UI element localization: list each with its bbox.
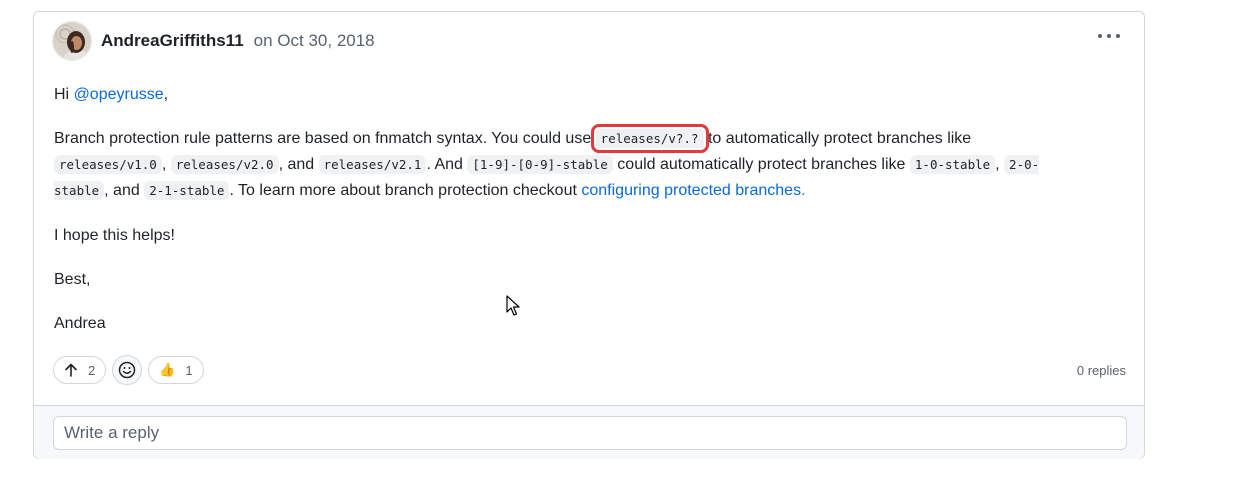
avatar[interactable] bbox=[52, 21, 92, 61]
reactions-bar: 2 👍 1 bbox=[53, 355, 210, 385]
arrow-up-icon bbox=[65, 363, 77, 377]
code-releases-v2-1: releases/v2.1 bbox=[318, 155, 427, 174]
paragraph-text: could automatically protect branches lik… bbox=[612, 156, 910, 173]
paragraph-text: , bbox=[161, 156, 171, 173]
greeting-text: Hi bbox=[54, 86, 74, 103]
code-releases-v1: releases/v1.0 bbox=[54, 155, 162, 174]
paragraph-text: . To learn more about branch protection … bbox=[229, 182, 582, 199]
add-reaction-button[interactable] bbox=[112, 355, 143, 385]
discussion-comment-card: AndreaGriffiths11 on Oct 30, 2018 Hi @op… bbox=[33, 11, 1145, 459]
greeting-suffix: , bbox=[163, 86, 169, 103]
comment-header: AndreaGriffiths11 on Oct 30, 2018 bbox=[52, 20, 375, 62]
reply-input[interactable] bbox=[53, 416, 1127, 450]
explanation-paragraph: Branch protection rule patterns are base… bbox=[54, 124, 1044, 204]
smiley-icon bbox=[118, 361, 136, 379]
code-releases-v2-0: releases/v2.0 bbox=[170, 155, 279, 174]
mention-link[interactable]: @opeyrusse bbox=[74, 86, 164, 103]
upvote-button[interactable]: 2 bbox=[53, 356, 107, 384]
paragraph-text: . And bbox=[426, 156, 468, 173]
paragraph-text: , bbox=[995, 156, 1005, 173]
paragraph-text: to automatically protect branches like bbox=[703, 130, 972, 147]
paragraph-text: , and bbox=[104, 182, 145, 199]
signature-line: Andrea bbox=[54, 315, 106, 332]
comment-date[interactable]: on Oct 30, 2018 bbox=[254, 31, 375, 51]
thumbs-up-icon: 👍 bbox=[159, 362, 176, 377]
signoff-line: Best, bbox=[54, 271, 91, 288]
thumbs-up-reaction-button[interactable]: 👍 1 bbox=[148, 356, 204, 384]
closing-line: I hope this helps! bbox=[54, 227, 175, 244]
paragraph-text: Branch protection rule patterns are base… bbox=[54, 130, 596, 147]
paragraph-text: , and bbox=[278, 156, 319, 173]
code-releases-pattern: releases/v?.? bbox=[590, 124, 709, 153]
reply-footer bbox=[34, 405, 1144, 459]
code-stable-pattern: [1-9]-[0-9]-stable bbox=[467, 155, 613, 174]
upvote-count: 2 bbox=[88, 362, 96, 378]
mouse-cursor-icon bbox=[506, 295, 520, 316]
replies-count[interactable]: 0 replies bbox=[1077, 363, 1126, 378]
protected-branches-link[interactable]: configuring protected branches. bbox=[581, 182, 805, 199]
greeting-paragraph: Hi @opeyrusse, bbox=[54, 82, 168, 108]
code-2-1-stable: 2-1-stable bbox=[144, 181, 230, 200]
thumbs-up-count: 1 bbox=[185, 362, 193, 378]
code-1-0-stable: 1-0-stable bbox=[909, 155, 996, 174]
kebab-icon[interactable] bbox=[1098, 30, 1122, 42]
author-name[interactable]: AndreaGriffiths11 bbox=[101, 31, 244, 51]
